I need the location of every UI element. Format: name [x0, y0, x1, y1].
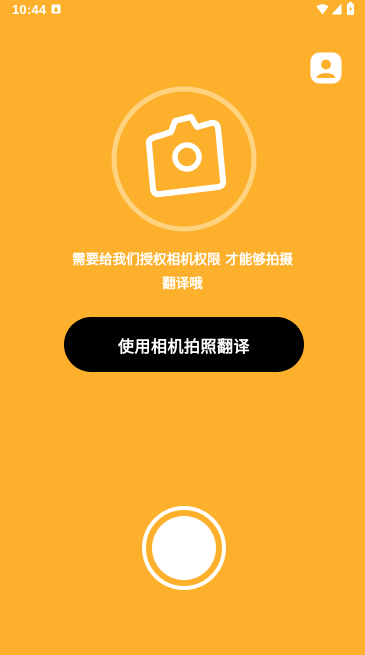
signal-icon — [331, 3, 342, 15]
battery-icon — [347, 2, 354, 15]
shutter-icon — [142, 506, 226, 590]
camera-translate-button-label: 使用相机拍照翻译 — [117, 336, 250, 356]
camera-permission-ring — [111, 86, 257, 232]
status-time: 10:44 — [12, 2, 47, 17]
camera-icon — [145, 114, 227, 198]
permission-message: 需要给我们授权相机权限 才能够拍摄 翻译哦 — [40, 248, 325, 296]
status-bar: 10:44 — [0, 0, 365, 20]
ring-outline — [111, 86, 257, 232]
profile-button[interactable] — [310, 52, 342, 84]
profile-icon — [310, 52, 342, 84]
notification-icon — [51, 4, 61, 14]
shutter-button[interactable] — [141, 505, 227, 591]
camera-translate-button[interactable]: 使用相机拍照翻译 — [64, 317, 304, 372]
permission-message-line2: 翻译哦 — [162, 276, 203, 292]
permission-message-line1: 需要给我们授权相机权限 才能够拍摄 — [72, 252, 293, 268]
wifi-icon — [316, 4, 329, 15]
